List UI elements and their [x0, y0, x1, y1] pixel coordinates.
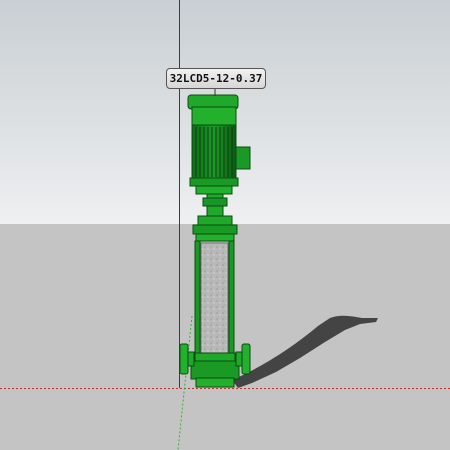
left-tie-rod	[194, 240, 201, 356]
terminal-box	[235, 146, 251, 170]
pump-shadow	[232, 315, 378, 388]
base-foot	[195, 377, 235, 388]
motor-bottom-flange	[189, 177, 239, 187]
upper-flange	[192, 224, 238, 235]
model-name-tag[interactable]: 32LCD5-12-0.37	[166, 68, 266, 89]
coupling-guard	[202, 197, 228, 207]
motor-body	[191, 124, 237, 180]
pump-base	[190, 360, 240, 380]
green-axis-line	[177, 315, 193, 450]
pump-head	[197, 215, 233, 226]
motor-fan-cover	[191, 106, 237, 127]
inlet-flange	[179, 343, 189, 375]
3d-viewport[interactable]: 32LCD5-12-0.37	[0, 0, 450, 450]
motor-base-plate	[195, 185, 233, 195]
pump-model[interactable]	[179, 94, 251, 388]
right-tie-rod	[228, 240, 235, 356]
pump-cylinder	[200, 242, 229, 354]
upper-collar	[195, 233, 235, 242]
outlet-flange	[241, 343, 251, 375]
lower-collar	[194, 352, 236, 362]
